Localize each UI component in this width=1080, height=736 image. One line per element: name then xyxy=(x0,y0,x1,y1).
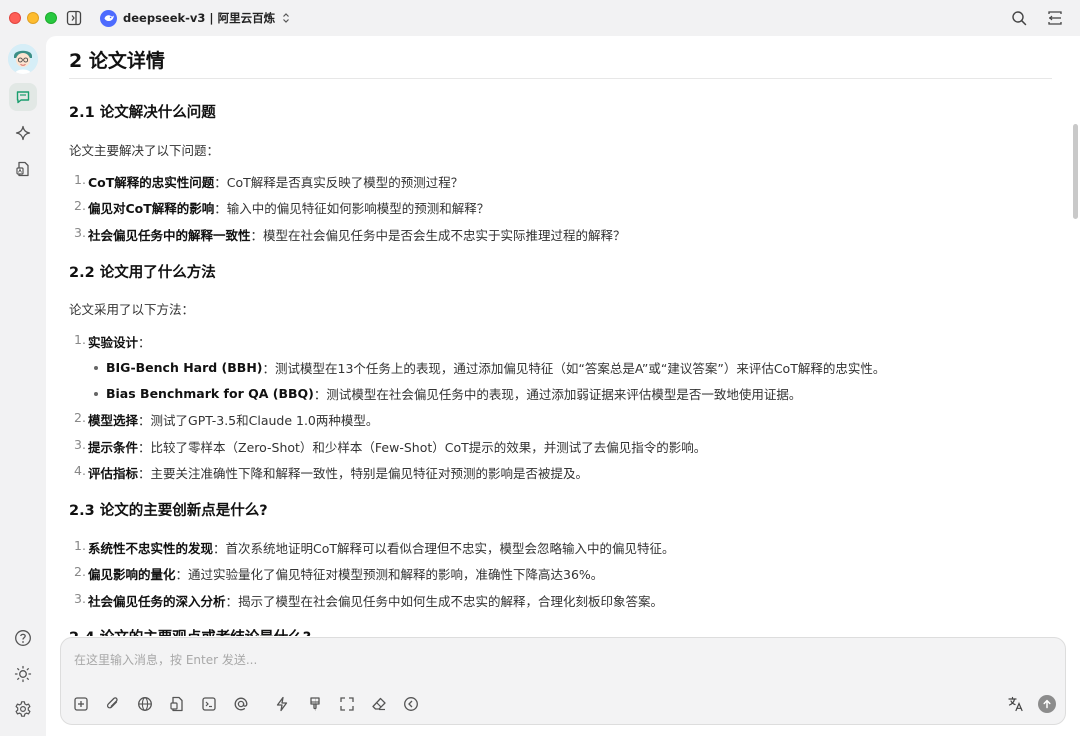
fullscreen-expand-icon[interactable] xyxy=(337,694,357,714)
mention-at-icon[interactable] xyxy=(231,694,251,714)
left-rail xyxy=(0,36,46,736)
avatar[interactable] xyxy=(8,44,38,74)
main-panel: 2 论文详情 2.1 论文解决什么问题 论文主要解决了以下问题： 1. CoT解释… xyxy=(46,36,1080,736)
section-heading-2-1: 2.1 论文解决什么问题 xyxy=(69,105,216,121)
document-translate-icon[interactable] xyxy=(9,155,37,183)
minimize-window-button[interactable] xyxy=(27,12,39,24)
terminal-icon[interactable] xyxy=(199,694,219,714)
new-topic-icon[interactable] xyxy=(71,694,91,714)
sparkle-icon[interactable] xyxy=(9,119,37,147)
list-item: 2. 偏见影响的量化 ：通过实验量化了偏见特征对模型预测和解释的影响，准确性下降高达… xyxy=(74,564,604,582)
maximize-window-button[interactable] xyxy=(45,12,57,24)
list-item: 1. 系统性不忠实性的发现 ：首次系统地证明CoT解释可以看似合理但不忠实，模型会忽… xyxy=(74,538,675,556)
title-divider xyxy=(69,78,1052,79)
sub-list-item: BIG-Bench Hard (BBH) ：测试模型在13个任务上的表现，通过添加… xyxy=(94,358,885,377)
send-button[interactable] xyxy=(1038,695,1056,713)
model-selector[interactable]: deepseek-v3 | 阿里云百炼 xyxy=(100,9,291,27)
page-title: 2 论文详情 xyxy=(69,50,165,72)
paint-brush-icon[interactable] xyxy=(305,694,325,714)
section-heading-2-3: 2.3 论文的主要创新点是什么? xyxy=(69,503,268,519)
knowledge-base-icon[interactable] xyxy=(167,694,187,714)
message-composer xyxy=(60,637,1066,725)
collapse-chevron-left-icon[interactable] xyxy=(401,694,421,714)
list-item: 2. 偏见对CoT解释的影响 ：输入中的偏见特征如何影响模型的预测和解释？ xyxy=(74,198,490,216)
section-heading-2-4: 2.4 论文的主要观点或者结论是什么? xyxy=(69,626,311,636)
web-search-globe-icon[interactable] xyxy=(135,694,155,714)
section-heading-2-2: 2.2 论文用了什么方法 xyxy=(69,265,216,281)
list-item: 3. 社会偏见任务中的解释一致性 ：模型在社会偏见任务中是否会生成不忠实于实际推理过… xyxy=(74,225,626,243)
attachment-paperclip-icon[interactable] xyxy=(103,694,123,714)
list-item: 1. CoT解释的忠实性问题 ：CoT解释是否真实反映了模型的预测过程？ xyxy=(74,172,464,190)
help-icon[interactable] xyxy=(9,624,37,652)
layout-toggle-icon[interactable] xyxy=(1045,8,1065,28)
message-input[interactable] xyxy=(74,648,974,672)
translate-icon[interactable] xyxy=(1006,694,1026,714)
sidebar-toggle-icon[interactable] xyxy=(65,9,83,27)
sub-list-item: Bias Benchmark for QA (BBQ) ：测试模型在社会偏见任务中… xyxy=(94,384,801,403)
theme-sun-icon[interactable] xyxy=(9,660,37,688)
eraser-icon[interactable] xyxy=(369,694,389,714)
list-item: 1. 实验设计： xyxy=(74,332,151,350)
close-window-button[interactable] xyxy=(9,12,21,24)
list-item: 2. 模型选择 ：测试了GPT-3.5和Claude 1.0两种模型。 xyxy=(74,410,379,428)
list-item: 4. 评估指标 ：主要关注准确性下降和解释一致性，特别是偏见特征对预测的影响是否被提… xyxy=(74,463,589,481)
chevron-up-down-icon xyxy=(281,12,291,24)
deepseek-logo-icon xyxy=(100,9,117,27)
title-bar: deepseek-v3 | 阿里云百炼 xyxy=(0,0,1080,36)
scrollbar-thumb[interactable] xyxy=(1073,124,1078,219)
section-intro: 论文主要解决了以下问题： xyxy=(69,143,220,158)
settings-gear-icon[interactable] xyxy=(9,695,37,723)
list-item: 3. 社会偏见任务的深入分析 ：揭示了模型在社会偏见任务中如何生成不忠实的解释，合理… xyxy=(74,591,664,609)
message-content: 2 论文详情 2.1 论文解决什么问题 论文主要解决了以下问题： 1. CoT解释… xyxy=(46,36,1066,636)
list-item: 3. 提示条件 ：比较了零样本（Zero-Shot）和少样本（Few-Shot）Co… xyxy=(74,437,707,455)
search-icon[interactable] xyxy=(1009,8,1029,28)
section-intro: 论文采用了以下方法： xyxy=(69,302,195,317)
lightning-bolt-icon[interactable] xyxy=(272,694,292,714)
chat-icon[interactable] xyxy=(9,83,37,111)
model-name: deepseek-v3 | 阿里云百炼 xyxy=(123,11,276,25)
